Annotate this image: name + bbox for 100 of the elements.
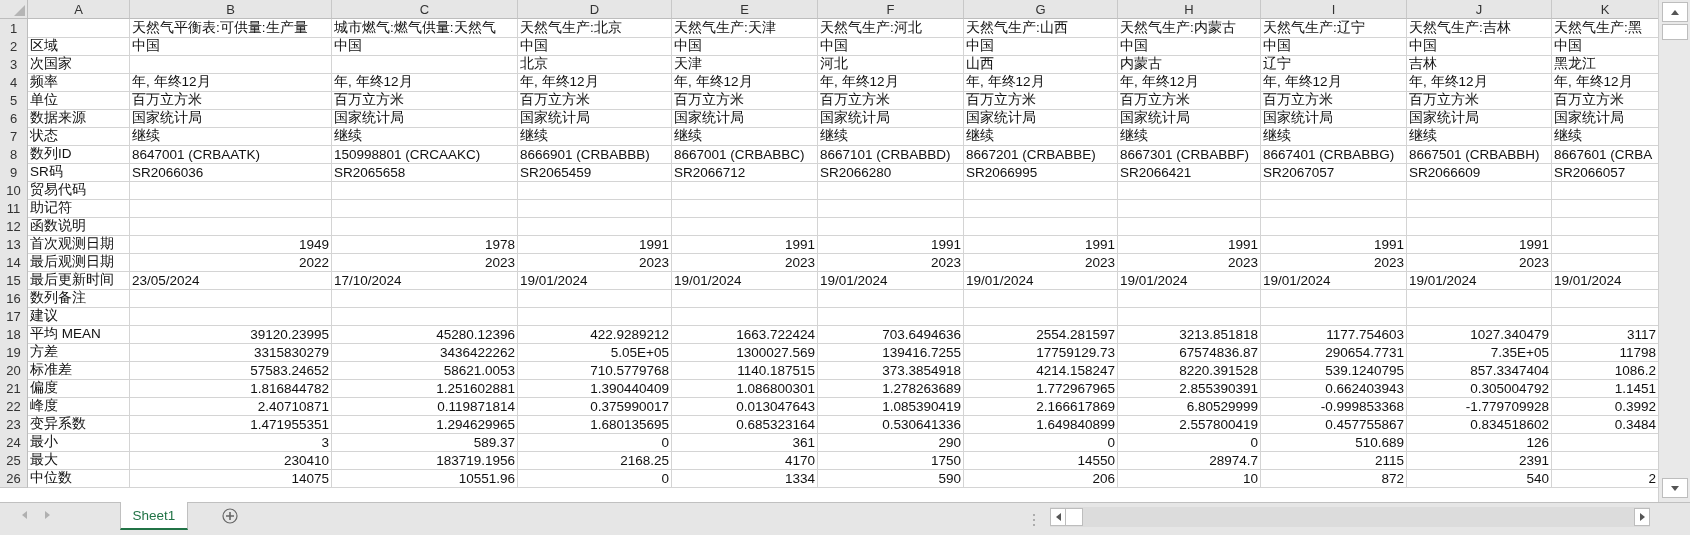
horizontal-scrollbar[interactable] xyxy=(1050,507,1650,527)
table-cell: 贸易代码 xyxy=(28,181,130,200)
table-cell: 数列ID xyxy=(28,145,130,164)
table-cell: 1.649840899 xyxy=(964,415,1118,434)
table-cell: 8666901 (CRBABBB) xyxy=(518,145,672,164)
table-cell: 1027.340479 xyxy=(1407,325,1552,344)
scrollbar-thumb[interactable] xyxy=(1065,508,1083,526)
scrollbar-thumb[interactable] xyxy=(1661,24,1688,40)
left-arrow-icon[interactable] xyxy=(22,511,27,519)
table-cell: 0.662403943 xyxy=(1261,379,1407,398)
table-cell: SR码 xyxy=(28,163,130,182)
scroll-right-button[interactable] xyxy=(1634,508,1650,526)
table-cell: 年, 年终12月 xyxy=(130,73,332,92)
column-header[interactable]: K xyxy=(1552,0,1658,19)
right-arrow-icon[interactable] xyxy=(45,511,50,519)
table-cell: 辽宁 xyxy=(1261,55,1407,74)
table-cell: 1140.187515 xyxy=(672,361,818,380)
row-header[interactable]: 26 xyxy=(0,469,28,488)
table-cell: 0.685323164 xyxy=(672,415,818,434)
table-cell: 继续 xyxy=(818,127,964,146)
table-cell: 中国 xyxy=(672,37,818,56)
scroll-down-button[interactable] xyxy=(1661,478,1688,498)
column-header[interactable]: B xyxy=(130,0,332,19)
right-arrow-icon xyxy=(1639,513,1645,521)
table-cell: 年, 年终12月 xyxy=(1118,73,1261,92)
select-all-corner[interactable] xyxy=(0,0,28,19)
table-cell: 57583.24652 xyxy=(130,361,332,380)
table-cell: 百万立方米 xyxy=(518,91,672,110)
table-cell: 2023 xyxy=(1118,253,1261,272)
column-header[interactable]: G xyxy=(964,0,1118,19)
column-header[interactable]: A xyxy=(28,0,130,19)
table-cell: 频率 xyxy=(28,73,130,92)
table-cell: 0 xyxy=(1118,433,1261,452)
table-cell: -1.779709928 xyxy=(1407,397,1552,416)
table-cell: 710.5779768 xyxy=(518,361,672,380)
table-cell: 中国 xyxy=(964,37,1118,56)
splitter-dots-icon[interactable] xyxy=(1032,513,1036,527)
table-cell: 继续 xyxy=(1261,127,1407,146)
table-cell: 继续 xyxy=(130,127,332,146)
table-cell: 百万立方米 xyxy=(1118,91,1261,110)
table-cell: -0.999853368 xyxy=(1261,397,1407,416)
column-header[interactable]: I xyxy=(1261,0,1407,19)
scroll-up-button[interactable] xyxy=(1661,2,1688,22)
table-cell: 2022 xyxy=(130,253,332,272)
table-cell: 国家统计局 xyxy=(672,109,818,128)
table-cell: 8667301 (CRBABBF) xyxy=(1118,145,1261,164)
table-cell: 函数说明 xyxy=(28,217,130,236)
table-cell: 1.471955351 xyxy=(130,415,332,434)
table-cell: 1.278263689 xyxy=(818,379,964,398)
table-cell: 城市燃气:燃气供量:天然气 xyxy=(332,19,518,38)
table-cell: 百万立方米 xyxy=(1407,91,1552,110)
column-header[interactable]: F xyxy=(818,0,964,19)
table-cell: 183719.1956 xyxy=(332,451,518,470)
table-cell: 年, 年终12月 xyxy=(672,73,818,92)
table-cell: SR2065459 xyxy=(518,163,672,182)
table-cell: 19/01/2024 xyxy=(818,271,964,290)
scroll-left-button[interactable] xyxy=(1050,508,1066,526)
table-cell: 510.689 xyxy=(1261,433,1407,452)
table-cell: 年, 年终12月 xyxy=(332,73,518,92)
table-cell: 1.085390419 xyxy=(818,397,964,416)
table-cell: 1991 xyxy=(1407,235,1552,254)
table-cell: 19/01/2024 xyxy=(1407,271,1552,290)
column-header[interactable]: J xyxy=(1407,0,1552,19)
table-cell: SR2065658 xyxy=(332,163,518,182)
table-cell: 1991 xyxy=(518,235,672,254)
table-cell: 方差 xyxy=(28,343,130,362)
column-header[interactable]: C xyxy=(332,0,518,19)
table-cell: 1.251602881 xyxy=(332,379,518,398)
table-cell: 1991 xyxy=(1118,235,1261,254)
table-cell: 1663.722424 xyxy=(672,325,818,344)
vertical-scrollbar[interactable] xyxy=(1658,0,1690,502)
table-cell: 天然气生产:内蒙古 xyxy=(1118,19,1261,38)
table-cell: 继续 xyxy=(964,127,1118,146)
table-cell: 年, 年终12月 xyxy=(1407,73,1552,92)
table-cell: 0.305004792 xyxy=(1407,379,1552,398)
table-cell: 天然气生产:天津 xyxy=(672,19,818,38)
down-arrow-icon xyxy=(1670,485,1679,491)
table-cell: 百万立方米 xyxy=(130,91,332,110)
table-cell: 361 xyxy=(672,433,818,452)
table-cell: 吉林 xyxy=(1407,55,1552,74)
table-cell: 8220.391528 xyxy=(1118,361,1261,380)
table-cell: 14075 xyxy=(130,469,332,488)
table-cell: 继续 xyxy=(1118,127,1261,146)
sheet-tab[interactable]: Sheet1 xyxy=(120,502,188,530)
table-cell: 中国 xyxy=(1407,37,1552,56)
add-sheet-icon[interactable] xyxy=(222,508,238,524)
table-cell: 2023 xyxy=(332,253,518,272)
table-cell: 10 xyxy=(1118,469,1261,488)
table-cell: 首次观测日期 xyxy=(28,235,130,254)
table-cell: 1949 xyxy=(130,235,332,254)
table-cell: 540 xyxy=(1407,469,1552,488)
table-cell: 4214.158247 xyxy=(964,361,1118,380)
column-header[interactable]: D xyxy=(518,0,672,19)
table-cell: SR2066280 xyxy=(818,163,964,182)
table-cell: 区域 xyxy=(28,37,130,56)
column-header[interactable]: H xyxy=(1118,0,1261,19)
table-cell: 17759129.73 xyxy=(964,343,1118,362)
table-cell: 2.166617869 xyxy=(964,397,1118,416)
table-cell: 139416.7255 xyxy=(818,343,964,362)
column-header[interactable]: E xyxy=(672,0,818,19)
